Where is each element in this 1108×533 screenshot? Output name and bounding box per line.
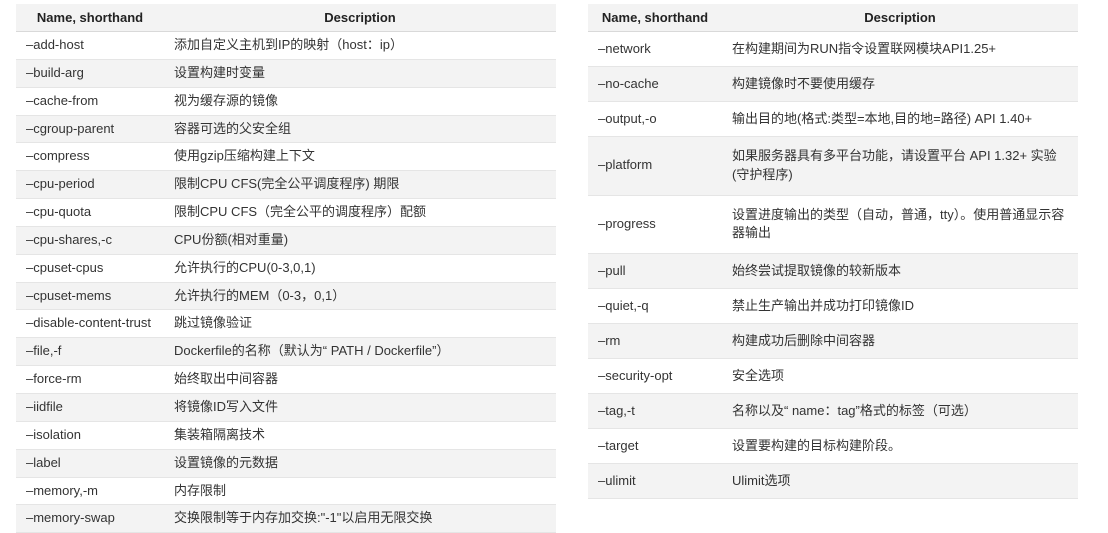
option-name: –file,-f [16,338,164,366]
table-row: –network在构建期间为RUN指令设置联网模块API1.25+ [588,32,1078,67]
option-name: –isolation [16,421,164,449]
option-name: –pull [588,254,722,289]
header-name: Name, shorthand [588,4,722,32]
option-desc: 集装箱隔离技术 [164,421,556,449]
header-desc: Description [722,4,1078,32]
table-row: –build-arg设置构建时变量 [16,59,556,87]
option-desc: 允许执行的CPU(0-3,0,1) [164,254,556,282]
option-desc: 添加自定义主机到IP的映射（host：ip） [164,32,556,60]
table-row: –memory,-m内存限制 [16,477,556,505]
option-desc: 将镜像ID写入文件 [164,393,556,421]
header-desc: Description [164,4,556,32]
table-row: –security-opt安全选项 [588,359,1078,394]
option-name: –security-opt [588,359,722,394]
option-desc: Ulimit选项 [722,463,1078,498]
option-desc: 在构建期间为RUN指令设置联网模块API1.25+ [722,32,1078,67]
table-row: –add-host添加自定义主机到IP的映射（host：ip） [16,32,556,60]
option-name: –network [588,32,722,67]
option-name: –iidfile [16,393,164,421]
option-desc: 设置镜像的元数据 [164,449,556,477]
option-desc: 如果服务器具有多平台功能，请设置平台 API 1.32+ 实验(守护程序) [722,136,1078,195]
option-desc: 始终取出中间容器 [164,366,556,394]
option-desc: 设置要构建的目标构建阶段。 [722,429,1078,464]
option-desc: 限制CPU CFS（完全公平的调度程序）配额 [164,199,556,227]
option-name: –platform [588,136,722,195]
table-row: –cpu-period限制CPU CFS(完全公平调度程序) 期限 [16,171,556,199]
table-row: –iidfile将镜像ID写入文件 [16,393,556,421]
option-name: –progress [588,195,722,254]
table-row: –tag,-t名称以及“ name：tag”格式的标签（可选） [588,394,1078,429]
table-row: –progress设置进度输出的类型（自动，普通，tty）。使用普通显示容器输出 [588,195,1078,254]
option-desc: 容器可选的父安全组 [164,115,556,143]
option-desc: 始终尝试提取镜像的较新版本 [722,254,1078,289]
table-row: –isolation集装箱隔离技术 [16,421,556,449]
option-name: –output,-o [588,101,722,136]
table-row: –ulimitUlimit选项 [588,463,1078,498]
option-name: –memory,-m [16,477,164,505]
option-name: –build-arg [16,59,164,87]
option-name: –target [588,429,722,464]
option-desc: 名称以及“ name：tag”格式的标签（可选） [722,394,1078,429]
option-name: –cpuset-cpus [16,254,164,282]
option-desc: 安全选项 [722,359,1078,394]
option-name: –no-cache [588,66,722,101]
option-desc: 视为缓存源的镜像 [164,87,556,115]
table-row: –label设置镜像的元数据 [16,449,556,477]
option-name: –cache-from [16,87,164,115]
option-name: –disable-content-trust [16,310,164,338]
option-name: –ulimit [588,463,722,498]
table-row: –cpu-quota限制CPU CFS（完全公平的调度程序）配额 [16,199,556,227]
table-body-right: –network在构建期间为RUN指令设置联网模块API1.25+–no-cac… [588,32,1078,499]
table-row: –cgroup-parent容器可选的父安全组 [16,115,556,143]
option-name: –force-rm [16,366,164,394]
table-row: –compress使用gzip压缩构建上下文 [16,143,556,171]
header-name: Name, shorthand [16,4,164,32]
option-desc: 限制CPU CFS(完全公平调度程序) 期限 [164,171,556,199]
option-desc: CPU份额(相对重量) [164,226,556,254]
table-row: –disable-content-trust跳过镜像验证 [16,310,556,338]
option-desc: 内存限制 [164,477,556,505]
table-row: –output,-o输出目的地(格式:类型=本地,目的地=路径) API 1.4… [588,101,1078,136]
option-name: –cpuset-mems [16,282,164,310]
table-row: –memory-swap交换限制等于内存加交换:"-1"以启用无限交换 [16,505,556,533]
table-row: –force-rm始终取出中间容器 [16,366,556,394]
table-row: –cpuset-mems允许执行的MEM（0-3，0,1） [16,282,556,310]
table-row: –cache-from视为缓存源的镜像 [16,87,556,115]
option-desc: 输出目的地(格式:类型=本地,目的地=路径) API 1.40+ [722,101,1078,136]
option-desc: 使用gzip压缩构建上下文 [164,143,556,171]
option-name: –rm [588,324,722,359]
option-name: –tag,-t [588,394,722,429]
option-name: –memory-swap [16,505,164,533]
option-desc: 允许执行的MEM（0-3，0,1） [164,282,556,310]
option-desc: 设置进度输出的类型（自动，普通，tty）。使用普通显示容器输出 [722,195,1078,254]
option-name: –quiet,-q [588,289,722,324]
table-row: –quiet,-q禁止生产输出并成功打印镜像ID [588,289,1078,324]
option-name: –cpu-period [16,171,164,199]
option-desc: 跳过镜像验证 [164,310,556,338]
option-desc: 禁止生产输出并成功打印镜像ID [722,289,1078,324]
options-table-left: Name, shorthand Description –add-host添加自… [16,4,556,533]
option-name: –add-host [16,32,164,60]
option-name: –cpu-quota [16,199,164,227]
table-body-left: –add-host添加自定义主机到IP的映射（host：ip）–build-ar… [16,32,556,533]
table-row: –pull始终尝试提取镜像的较新版本 [588,254,1078,289]
table-row: –file,-fDockerfile的名称（默认为“ PATH / Docker… [16,338,556,366]
option-name: –cpu-shares,-c [16,226,164,254]
option-desc: 交换限制等于内存加交换:"-1"以启用无限交换 [164,505,556,533]
option-name: –label [16,449,164,477]
options-table-right: Name, shorthand Description –network在构建期… [588,4,1078,499]
table-row: –cpu-shares,-cCPU份额(相对重量) [16,226,556,254]
option-desc: 构建镜像时不要使用缓存 [722,66,1078,101]
table-row: –no-cache构建镜像时不要使用缓存 [588,66,1078,101]
table-row: –cpuset-cpus允许执行的CPU(0-3,0,1) [16,254,556,282]
table-row: –platform如果服务器具有多平台功能，请设置平台 API 1.32+ 实验… [588,136,1078,195]
table-row: –target设置要构建的目标构建阶段。 [588,429,1078,464]
table-row: –rm构建成功后删除中间容器 [588,324,1078,359]
option-name: –cgroup-parent [16,115,164,143]
option-desc: 构建成功后删除中间容器 [722,324,1078,359]
option-desc: Dockerfile的名称（默认为“ PATH / Dockerfile”） [164,338,556,366]
option-desc: 设置构建时变量 [164,59,556,87]
option-name: –compress [16,143,164,171]
